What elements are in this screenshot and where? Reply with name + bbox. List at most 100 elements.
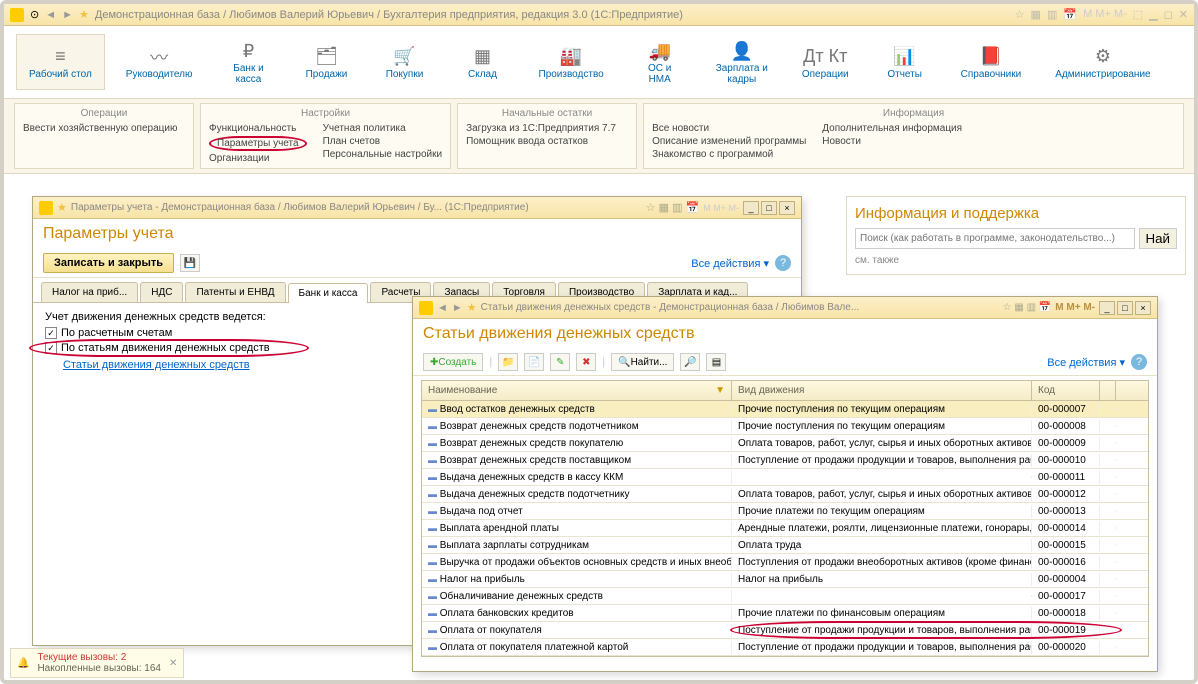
star-icon[interactable]: ★ <box>467 301 477 314</box>
find-button[interactable]: 🔍 Найти... <box>611 353 674 371</box>
nav-операции[interactable]: Дт КтОперации <box>789 34 862 90</box>
close-icon[interactable]: × <box>779 201 795 215</box>
cell-code: 00-000016 <box>1032 556 1100 569</box>
tool-icon[interactable]: M M+ M- <box>703 203 739 213</box>
table-row[interactable]: ▬ Обналичивание денежных средств 00-0000… <box>422 588 1148 605</box>
tree-icon[interactable]: ▤ <box>706 353 726 371</box>
checkbox-icon[interactable]: ✓ <box>45 327 57 339</box>
table-row[interactable]: ▬ Возврат денежных средств подотчетником… <box>422 418 1148 435</box>
table-row[interactable]: ▬ Налог на прибыль Налог на прибыль 00-0… <box>422 571 1148 588</box>
all-actions-link[interactable]: Все действия ▾ <box>691 257 769 270</box>
sub-link[interactable]: Организации <box>209 153 307 164</box>
nav-icon: 〰 <box>150 45 168 69</box>
sub-link[interactable]: Знакомство с программой <box>652 149 806 160</box>
table-row[interactable]: ▬ Оплата банковских кредитов Прочие плат… <box>422 605 1148 622</box>
table-row[interactable]: ▬ Ввод остатков денежных средств Прочие … <box>422 401 1148 418</box>
sub-link[interactable]: Дополнительная информация <box>822 123 962 134</box>
tool-icon[interactable]: 📅 <box>1063 8 1077 21</box>
col-name[interactable]: Наименование▼ <box>422 381 732 400</box>
help-icon[interactable]: ? <box>775 255 791 271</box>
minimize-icon[interactable]: _ <box>743 201 759 215</box>
minimize-icon[interactable]: _ <box>1099 301 1115 315</box>
search-input[interactable] <box>855 228 1135 249</box>
nav-справочники[interactable]: 📕Справочники <box>948 34 1035 90</box>
sub-link[interactable]: Учетная политика <box>323 123 443 134</box>
nav-зарплата-и-кадры[interactable]: 👤Зарплата икадры <box>703 34 781 90</box>
sub-link[interactable]: Новости <box>822 136 962 147</box>
sub-link[interactable]: Загрузка из 1С:Предприятия 7.7 <box>466 123 616 134</box>
nav-back-icon[interactable]: ◄ <box>437 302 448 314</box>
nav-продажи[interactable]: 🗂Продажи <box>292 34 362 90</box>
tab-0[interactable]: Налог на приб... <box>41 282 138 302</box>
sub-link[interactable]: Все новости <box>652 123 806 134</box>
col-type[interactable]: Вид движения <box>732 381 1032 400</box>
tool-icon[interactable]: M M+ M- <box>1083 8 1127 21</box>
maximize-icon[interactable]: □ <box>761 201 777 215</box>
nav-производство[interactable]: 🏭Производство <box>526 34 617 90</box>
table-row[interactable]: ▬ Возврат денежных средств поставщиком П… <box>422 452 1148 469</box>
sub-link[interactable]: Описание изменений программы <box>652 136 806 147</box>
table-row[interactable]: ▬ Возврат денежных средств покупателю Оп… <box>422 435 1148 452</box>
tool-icon[interactable]: ☆ ▦ ▥ 📅 <box>646 201 700 214</box>
checkbox-icon[interactable]: ✓ <box>45 342 57 354</box>
table-row[interactable]: ▬ Оплата от покупателя Поступление от пр… <box>422 622 1148 639</box>
sub-link[interactable]: Ввести хозяйственную операцию <box>23 123 177 134</box>
memory-marks[interactable]: M M+ M- <box>1055 302 1095 313</box>
table-row[interactable]: ▬ Выдача денежных средств подотчетнику О… <box>422 486 1148 503</box>
tab-2[interactable]: Патенты и ЕНВД <box>185 282 285 302</box>
minimize-icon[interactable]: ▁ <box>1149 8 1157 21</box>
col-code[interactable]: Код <box>1032 381 1100 400</box>
tab-1[interactable]: НДС <box>140 282 183 302</box>
table-row[interactable]: ▬ Выручка от продажи объектов основных с… <box>422 554 1148 571</box>
grid-body[interactable]: ▬ Ввод остатков денежных средств Прочие … <box>422 401 1148 656</box>
all-actions-link[interactable]: Все действия ▾ <box>1047 356 1125 369</box>
table-row[interactable]: ▬ Выплата зарплаты сотрудникам Оплата тр… <box>422 537 1148 554</box>
edit-icon[interactable]: ✎ <box>550 353 570 371</box>
tool-icon[interactable]: ▥ <box>1047 8 1057 21</box>
row-icon: ▬ <box>428 455 437 465</box>
nav-руководителю[interactable]: 〰Руководителю <box>113 34 206 90</box>
help-icon[interactable]: ? <box>1131 354 1147 370</box>
nav-отчеты[interactable]: 📊Отчеты <box>870 34 940 90</box>
nav-покупки[interactable]: 🛒Покупки <box>370 34 440 90</box>
nav-склад[interactable]: ▦Склад <box>448 34 518 90</box>
nav-банк-и-касса[interactable]: ₽Банк икасса <box>214 34 284 90</box>
close-icon[interactable]: × <box>1135 301 1151 315</box>
nav-fwd-icon[interactable]: ► <box>452 302 463 314</box>
create-button[interactable]: ✚ Создать <box>423 353 483 371</box>
cashflow-items-link[interactable]: Статьи движения денежных средств <box>63 359 250 371</box>
nav-ос-и-нма[interactable]: 🚚ОС иНМА <box>625 34 695 90</box>
sub-link[interactable]: Функциональность <box>209 123 307 134</box>
sub-link-params[interactable]: Параметры учета <box>209 136 307 151</box>
sub-link[interactable]: Персональные настройки <box>323 149 443 160</box>
nav-back-icon[interactable]: ◄ <box>45 9 56 21</box>
nav-рабочий-стол[interactable]: ≡Рабочий стол <box>16 34 105 90</box>
search-button[interactable]: Най <box>1139 228 1177 249</box>
copy-icon[interactable]: 📄 <box>524 353 544 371</box>
tool-icon[interactable]: ⬚ <box>1133 8 1143 21</box>
star-icon[interactable]: ★ <box>79 8 89 21</box>
sub-link[interactable]: Помощник ввода остатков <box>466 136 616 147</box>
sub-link[interactable]: План счетов <box>323 136 443 147</box>
maximize-icon[interactable]: ◻ <box>1164 8 1173 21</box>
close-icon[interactable]: ✕ <box>1179 8 1188 21</box>
expand-icon[interactable]: ⊙ <box>30 8 39 21</box>
tool-icons[interactable]: ☆ ▦ ▥ 📅 <box>1003 302 1052 313</box>
folder-icon[interactable]: 📁 <box>498 353 518 371</box>
table-row[interactable]: ▬ Выдача денежных средств в кассу ККМ 00… <box>422 469 1148 486</box>
tab-3[interactable]: Банк и касса <box>288 283 369 303</box>
tool-icon[interactable]: ▦ <box>1031 8 1041 21</box>
delete-icon[interactable]: ✖ <box>576 353 596 371</box>
nav-fwd-icon[interactable]: ► <box>62 9 73 21</box>
table-row[interactable]: ▬ Выдача под отчет Прочие платежи по тек… <box>422 503 1148 520</box>
star-icon[interactable]: ★ <box>57 201 67 214</box>
save-icon[interactable]: 💾 <box>180 254 200 272</box>
tool-icon[interactable]: ☆ <box>1015 8 1025 21</box>
nav-администрирование[interactable]: ⚙Администрирование <box>1042 34 1163 90</box>
save-close-button[interactable]: Записать и закрыть <box>43 253 174 273</box>
clear-find-icon[interactable]: 🔎 <box>680 353 700 371</box>
table-row[interactable]: ▬ Оплата от покупателя платежной картой … <box>422 639 1148 656</box>
status-close-icon[interactable]: ✕ <box>169 658 177 669</box>
maximize-icon[interactable]: □ <box>1117 301 1133 315</box>
table-row[interactable]: ▬ Выплата арендной платы Арендные платеж… <box>422 520 1148 537</box>
